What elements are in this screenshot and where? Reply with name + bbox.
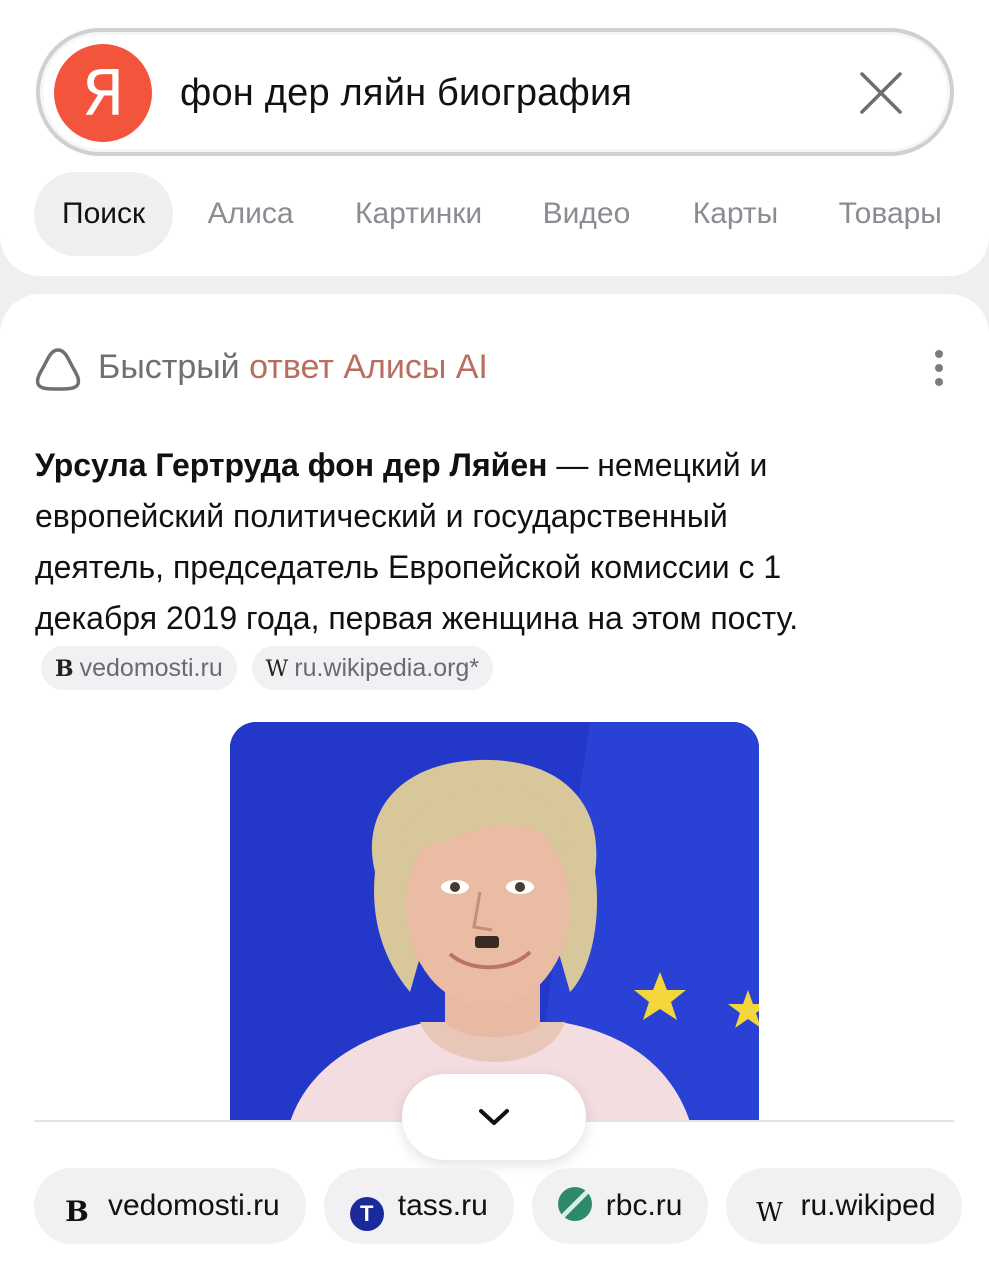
alice-icon xyxy=(35,348,81,391)
chevron-down-icon xyxy=(479,1109,509,1125)
tab-search[interactable]: Поиск xyxy=(34,172,174,256)
ai-answer-card: Быстрый ответ Алисы AI Урсула Гертруда ф… xyxy=(0,294,989,1280)
source-tass[interactable]: Ttass.ru xyxy=(323,1168,514,1244)
source-rbc[interactable]: rbc.ru xyxy=(531,1168,709,1244)
source-chip-vedomosti[interactable]: Bvedomosti.ru xyxy=(41,646,237,690)
vedomosti-icon: B xyxy=(55,656,74,682)
ai-answer-title: Быстрый ответ Алисы AI xyxy=(98,348,488,386)
photo-illustration xyxy=(230,722,759,1122)
expand-button[interactable] xyxy=(402,1074,586,1160)
source-wikipedia[interactable]: Wru.wikiped xyxy=(726,1168,962,1244)
search-bar[interactable]: Я фон дер ляйн биография xyxy=(36,28,954,156)
sources-list: Bvedomosti.ru Ttass.ru rbc.ru Wru.wikiped xyxy=(34,1168,989,1244)
source-vedomosti[interactable]: Bvedomosti.ru xyxy=(34,1168,306,1244)
search-tabs: Поиск Алиса Картинки Видео Карты Товары xyxy=(34,172,989,256)
vedomosti-icon: B xyxy=(65,1195,89,1228)
ai-answer-text: Урсула Гертруда фон дер Ляйен — немецкий… xyxy=(35,440,865,695)
tab-goods[interactable]: Товары xyxy=(839,172,942,256)
tab-alice[interactable]: Алиса xyxy=(208,172,294,256)
source-chip-wikipedia[interactable]: Wru.wikipedia.org* xyxy=(251,646,494,690)
wikipedia-icon: W xyxy=(756,1198,783,1228)
answer-name: Урсула Гертруда фон дер Ляйен xyxy=(35,447,548,483)
yandex-logo[interactable]: Я xyxy=(54,44,152,142)
tab-maps[interactable]: Карты xyxy=(693,172,779,256)
wikipedia-icon: W xyxy=(265,657,289,682)
more-options-icon[interactable] xyxy=(933,350,945,390)
tab-video[interactable]: Видео xyxy=(543,172,631,256)
close-icon[interactable] xyxy=(856,68,906,118)
tass-icon: T xyxy=(349,1197,384,1231)
search-header: Я фон дер ляйн биография Поиск Алиса Кар… xyxy=(0,0,989,276)
tab-images[interactable]: Картинки xyxy=(355,172,482,256)
person-photo[interactable] xyxy=(230,722,759,1122)
search-input[interactable]: фон дер ляйн биография xyxy=(180,72,632,115)
rbc-icon xyxy=(557,1187,592,1221)
